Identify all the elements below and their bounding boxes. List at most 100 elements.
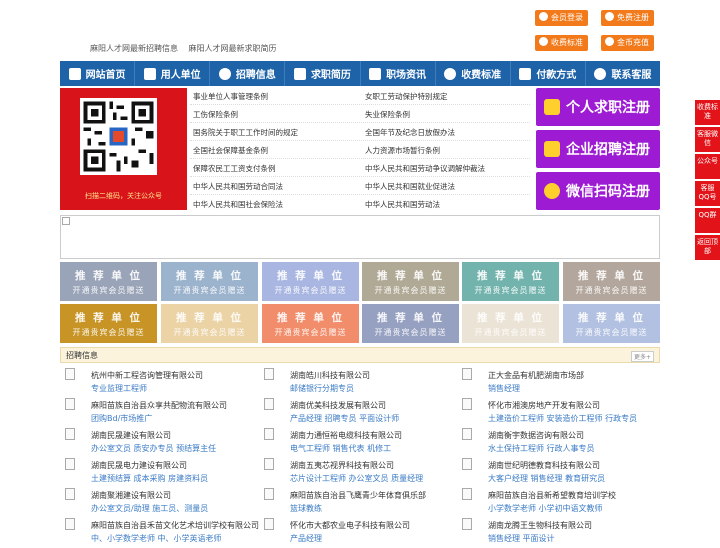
recommend-slot[interactable]: 推 荐 单 位开通贵宾会员赠送: [60, 304, 157, 343]
company-name[interactable]: 湖南优美科技发展有限公司: [290, 400, 386, 411]
coin-recharge-button[interactable]: 金币充值: [601, 35, 654, 51]
company-name[interactable]: 湖南力通恒裕电缆科技有限公司: [290, 430, 402, 441]
company-name[interactable]: 湖南世纪明德教育科技有限公司: [488, 460, 600, 471]
law-link[interactable]: 女职工劳动保护特别规定: [365, 91, 448, 102]
more-jobs-link[interactable]: 更多+: [630, 351, 654, 362]
company-name[interactable]: 湖南衡宇数据咨询有限公司: [488, 430, 584, 441]
job-positions[interactable]: 小学数学老师 小学初中语文教师: [488, 503, 653, 514]
nav-home[interactable]: 网站首页: [60, 61, 136, 86]
company-name[interactable]: 正大金品有机肥湖南市场部: [488, 370, 584, 381]
job-entry[interactable]: 麻阳苗族自治县禾苗文化艺术培训学校有限公司 中、小学数学老师 中、小学英语老师: [65, 518, 259, 548]
law-link[interactable]: 中华人民共和国劳动争议调解仲裁法: [365, 163, 485, 174]
job-entry[interactable]: 湖南皓川科技有限公司邮储银行分期专员: [264, 368, 454, 398]
job-positions[interactable]: 产品经理 招聘专员 平面设计师: [290, 413, 455, 424]
personal-register-button[interactable]: 个人求职注册: [536, 88, 660, 126]
law-link[interactable]: 保障农民工工资支付条例: [193, 163, 276, 174]
law-link[interactable]: 全国年节及纪念日放假办法: [365, 127, 455, 138]
job-positions[interactable]: 团购Bd/市场推广: [91, 413, 256, 424]
job-positions[interactable]: 销售经理 平面设计: [488, 533, 653, 544]
law-link[interactable]: 事业单位人事管理条例: [193, 91, 268, 102]
job-entry[interactable]: 湖南衡宇数据咨询有限公司水土保持工程师 行政人事专员: [462, 428, 652, 458]
recommend-slot[interactable]: 推 荐 单 位开通贵宾会员赠送: [262, 304, 359, 343]
company-name[interactable]: 湖南聚湘建设有限公司: [91, 490, 171, 501]
side-back-to-top[interactable]: 返回顶部: [695, 235, 720, 260]
company-name[interactable]: 怀化市湘澳房地产开发有限公司: [488, 400, 600, 411]
job-positions[interactable]: 办公室文员 质安办专员 预结算主任: [91, 443, 256, 454]
nav-jobs[interactable]: 招聘信息: [210, 61, 286, 86]
recommend-slot[interactable]: 推 荐 单 位开通贵宾会员赠送: [161, 304, 258, 343]
company-name[interactable]: 麻阳苗族自治县众享共配物流有限公司: [91, 400, 227, 411]
job-entry[interactable]: 湖南优美科技发展有限公司产品经理 招聘专员 平面设计师: [264, 398, 454, 428]
wechat-register-button[interactable]: 微信扫码注册: [536, 172, 660, 210]
company-name[interactable]: 湖南皓川科技有限公司: [290, 370, 370, 381]
company-name[interactable]: 湖南民晟电力建设有限公司: [91, 460, 187, 471]
job-positions[interactable]: 土建造价工程师 安装造价工程师 行政专员: [488, 413, 653, 424]
recommend-slot[interactable]: 推 荐 单 位开通贵宾会员赠送: [462, 304, 559, 343]
law-link[interactable]: 中华人民共和国劳动合同法: [193, 181, 283, 192]
job-entry[interactable]: 湖南五夷芯视界科技有限公司芯片设计工程师 办公室文员 质量经理: [264, 458, 454, 488]
job-entry[interactable]: 湖南龙腾王生物科技有限公司销售经理 平面设计: [462, 518, 652, 548]
side-service-qq[interactable]: 客服QQ号: [695, 181, 720, 206]
job-positions[interactable]: 芯片设计工程师 办公室文员 质量经理: [290, 473, 455, 484]
nav-employers[interactable]: 用人单位: [135, 61, 211, 86]
side-official-account[interactable]: 公众号: [695, 154, 720, 179]
job-entry[interactable]: 湖南民晟建设有限公司办公室文员 质安办专员 预结算主任: [65, 428, 255, 458]
recommend-slot[interactable]: 推 荐 单 位开通贵宾会员赠送: [563, 262, 660, 301]
recommend-slot[interactable]: 推 荐 单 位开通贵宾会员赠送: [362, 304, 459, 343]
job-positions[interactable]: 水土保持工程师 行政人事专员: [488, 443, 653, 454]
job-positions[interactable]: 专业监理工程师: [91, 383, 256, 394]
law-link[interactable]: 工伤保险条例: [193, 109, 238, 120]
law-link[interactable]: 人力资源市场暂行条例: [365, 145, 440, 156]
side-qq-group[interactable]: QQ群: [695, 208, 720, 233]
law-link[interactable]: 中华人民共和国社会保险法: [193, 199, 283, 210]
nav-news[interactable]: 职场资讯: [361, 61, 436, 86]
job-positions[interactable]: 邮储银行分期专员: [290, 383, 455, 394]
company-name[interactable]: 湖南龙腾王生物科技有限公司: [488, 520, 592, 531]
member-login-button[interactable]: 会员登录: [535, 10, 588, 26]
job-entry[interactable]: 湖南力通恒裕电缆科技有限公司电气工程师 销售代表 机修工: [264, 428, 454, 458]
job-positions[interactable]: 产品经理: [290, 533, 455, 544]
side-fee-standard[interactable]: 收费标准: [695, 100, 720, 125]
job-entry[interactable]: 麻阳苗族自治县飞鹰青少年体育俱乐部 篮球教练: [264, 488, 454, 518]
free-register-button[interactable]: 免费注册: [601, 10, 654, 26]
recommend-slot[interactable]: 推 荐 单 位开通贵宾会员赠送: [262, 262, 359, 301]
law-link[interactable]: 失业保险条例: [365, 109, 410, 120]
job-positions[interactable]: 销售经理: [488, 383, 653, 394]
job-entry[interactable]: 湖南世纪明德教育科技有限公司大客户经理 销售经理 教育研究员: [462, 458, 652, 488]
job-entry[interactable]: 湖南聚湘建设有限公司办公室文员/助理 施工员、测量员: [65, 488, 255, 518]
law-link[interactable]: 中华人民共和国劳动法: [365, 199, 440, 210]
recommend-slot[interactable]: 推 荐 单 位开通贵宾会员赠送: [563, 304, 660, 343]
job-entry[interactable]: 杭州中新工程咨询管理有限公司专业监理工程师: [65, 368, 255, 398]
nav-fees[interactable]: 收费标准: [436, 61, 511, 86]
law-link[interactable]: 全国社会保障基金条例: [193, 145, 268, 156]
job-entry[interactable]: 湖南民晟电力建设有限公司 土建预结算 成本采购 房建资料员: [65, 458, 255, 488]
job-positions[interactable]: 电气工程师 销售代表 机修工: [290, 443, 455, 454]
recommend-slot[interactable]: 推 荐 单 位开通贵宾会员赠送: [362, 262, 459, 301]
company-name[interactable]: 湖南五夷芯视界科技有限公司: [290, 460, 394, 471]
job-positions[interactable]: 中、小学数学老师 中、小学英语老师: [91, 533, 256, 544]
law-link[interactable]: 国务院关于职工工作时间的规定: [193, 127, 298, 138]
law-link[interactable]: 中华人民共和国就业促进法: [365, 181, 455, 192]
nav-contact[interactable]: 联系客服: [586, 61, 660, 86]
job-entry[interactable]: 正大金品有机肥湖南市场部销售经理: [462, 368, 652, 398]
nav-payment[interactable]: 付款方式: [511, 61, 586, 86]
job-positions[interactable]: 大客户经理 销售经理 教育研究员: [488, 473, 653, 484]
recommend-slot[interactable]: 推 荐 单 位开通贵宾会员赠送: [60, 262, 157, 301]
job-entry[interactable]: 怀化市湘澳房地产开发有限公司土建造价工程师 安装造价工程师 行政专员: [462, 398, 652, 428]
job-entry[interactable]: 怀化市大都农业电子科技有限公司产品经理: [264, 518, 454, 548]
nav-resumes[interactable]: 求职简历: [285, 61, 361, 86]
company-name[interactable]: 麻阳苗族自治县禾苗文化艺术培训学校有限公司: [91, 520, 259, 531]
company-register-button[interactable]: 企业招聘注册: [536, 130, 660, 168]
company-name[interactable]: 麻阳苗族自治县飞鹰青少年体育俱乐部: [290, 490, 426, 501]
job-positions[interactable]: 办公室文员/助理 施工员、测量员: [91, 503, 256, 514]
ad-banner[interactable]: [60, 215, 660, 259]
company-name[interactable]: 麻阳苗族自治县新希望教育培训学校: [488, 490, 616, 501]
job-entry[interactable]: 麻阳苗族自治县新希望教育培训学校小学数学老师 小学初中语文教师: [462, 488, 652, 518]
side-service-wechat[interactable]: 客服微信: [695, 127, 720, 152]
job-entry[interactable]: 麻阳苗族自治县众享共配物流有限公司团购Bd/市场推广: [65, 398, 255, 428]
recommend-slot[interactable]: 推 荐 单 位开通贵宾会员赠送: [462, 262, 559, 301]
company-name[interactable]: 湖南民晟建设有限公司: [91, 430, 171, 441]
company-name[interactable]: 杭州中新工程咨询管理有限公司: [91, 370, 203, 381]
recommend-slot[interactable]: 推 荐 单 位开通贵宾会员赠送: [161, 262, 258, 301]
company-name[interactable]: 怀化市大都农业电子科技有限公司: [290, 520, 410, 531]
